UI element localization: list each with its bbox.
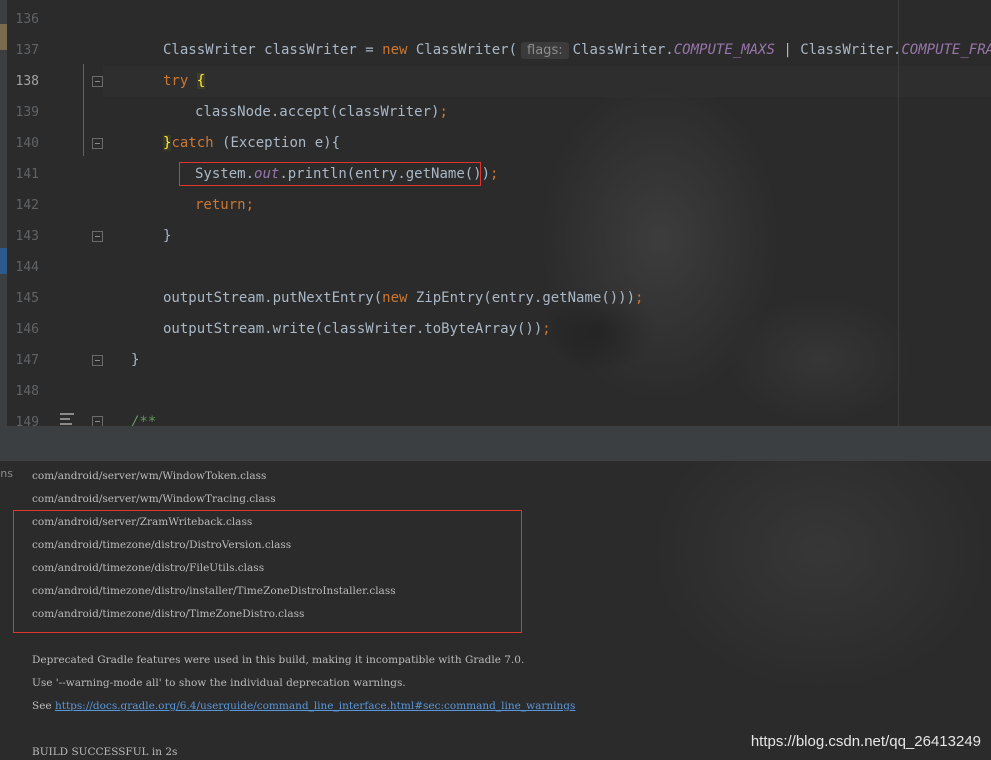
line-number: 145 xyxy=(15,291,39,306)
semicolon-token: ; xyxy=(542,321,551,337)
line-number: 149 xyxy=(15,415,39,426)
semicolon-token: ; xyxy=(245,197,255,213)
output-line: com/android/server/ZramWriteback.class xyxy=(32,516,253,528)
deprecation-message: Deprecated Gradle features were used in … xyxy=(32,654,525,666)
line-number: 148 xyxy=(15,384,39,399)
see-prefix: See xyxy=(32,700,55,712)
keyword-token: new xyxy=(382,42,408,58)
output-line: com/android/timezone/distro/installer/Ti… xyxy=(32,585,396,597)
line-number: 144 xyxy=(15,260,39,275)
tool-window-header[interactable] xyxy=(0,426,991,461)
line-number: 141 xyxy=(15,167,39,182)
fold-collapse-icon[interactable] xyxy=(92,231,103,242)
keyword-token: new xyxy=(382,290,408,306)
line-number: 147 xyxy=(15,353,39,368)
output-line: com/android/timezone/distro/FileUtils.cl… xyxy=(32,562,265,574)
fold-collapse-icon[interactable] xyxy=(92,76,103,87)
code-line[interactable]: try { xyxy=(103,66,991,97)
code-token: } xyxy=(163,228,172,244)
side-panel-label[interactable]: ns xyxy=(0,467,13,480)
line-number: 142 xyxy=(15,198,39,213)
field-token: COMPUTE_FRAMES xyxy=(901,42,991,58)
semicolon-token: ; xyxy=(490,166,499,182)
line-number: 143 xyxy=(15,229,39,244)
line-number: 138 xyxy=(15,74,39,89)
code-line[interactable]: } xyxy=(103,345,991,376)
line-number: 136 xyxy=(15,12,39,27)
build-output-console[interactable]: ns com/android/server/wm/WindowToken.cla… xyxy=(0,461,991,760)
code-line[interactable]: } xyxy=(103,221,991,252)
code-token: ClassWriter. xyxy=(800,42,902,58)
code-editor[interactable]: 136 137 138 139 140 141 142 143 144 145 … xyxy=(0,0,991,426)
strip-marker xyxy=(0,24,7,50)
field-token: out xyxy=(254,166,280,182)
output-line: com/android/server/wm/WindowToken.class xyxy=(32,470,267,482)
code-token: ClassWriter. xyxy=(572,42,674,58)
code-token: .println(entry.getName()) xyxy=(279,166,491,182)
watermark-text: https://blog.csdn.net/qq_26413249 xyxy=(750,733,981,750)
parameter-hint: flags: xyxy=(521,42,569,59)
keyword-token: return xyxy=(195,197,246,213)
keyword-token: catch xyxy=(171,135,214,151)
comment-token: /** xyxy=(131,414,157,426)
line-number: 146 xyxy=(15,322,39,337)
build-status: BUILD SUCCESSFUL in 2s xyxy=(32,746,178,758)
gutter-scope-line xyxy=(83,64,84,156)
output-line: com/android/timezone/distro/DistroVersio… xyxy=(32,539,292,551)
code-token: outputStream.write(classWriter.toByteArr… xyxy=(163,321,543,337)
editor-left-strip xyxy=(0,0,7,426)
editor-gutter[interactable]: 136 137 138 139 140 141 142 143 144 145 … xyxy=(7,0,103,426)
see-docs-line: See https://docs.gradle.org/6.4/userguid… xyxy=(32,695,575,718)
strip-marker xyxy=(0,248,7,274)
code-line[interactable]: ClassWriter classWriter = new ClassWrite… xyxy=(103,35,991,66)
code-token: (Exception e){ xyxy=(213,135,341,151)
code-line[interactable]: /** xyxy=(103,407,991,426)
code-token: ClassWriter classWriter = xyxy=(163,42,383,58)
line-number: 139 xyxy=(15,105,39,120)
code-token: System. xyxy=(195,166,255,182)
code-token: | xyxy=(774,42,801,58)
code-line[interactable]: System.out.println(entry.getName()); xyxy=(103,159,991,190)
semicolon-token: ; xyxy=(439,104,448,120)
code-token: } xyxy=(131,352,140,368)
code-line[interactable]: outputStream.write(classWriter.toByteArr… xyxy=(103,314,991,345)
fold-collapse-icon[interactable] xyxy=(92,138,103,149)
code-line[interactable]: return; xyxy=(103,190,991,221)
fold-collapse-icon[interactable] xyxy=(92,355,103,366)
code-token: ZipEntry(entry.getName())) xyxy=(407,290,636,306)
code-token: outputStream.putNextEntry( xyxy=(163,290,383,306)
line-number: 140 xyxy=(15,136,39,151)
code-line[interactable]: classNode.accept(classWriter); xyxy=(103,97,991,128)
output-line: com/android/timezone/distro/TimeZoneDist… xyxy=(32,608,305,620)
docs-link[interactable]: https://docs.gradle.org/6.4/userguide/co… xyxy=(55,700,575,712)
warning-mode-message: Use '--warning-mode all' to show the ind… xyxy=(32,677,406,689)
matched-brace: { xyxy=(196,73,206,89)
keyword-token: try xyxy=(163,73,189,89)
line-number: 137 xyxy=(15,43,39,58)
javadoc-render-icon[interactable] xyxy=(60,413,74,425)
code-token: ClassWriter( xyxy=(407,42,518,58)
code-line[interactable]: }catch (Exception e){ xyxy=(103,128,991,159)
fold-collapse-icon[interactable] xyxy=(92,416,103,426)
output-line: com/android/server/wm/WindowTracing.clas… xyxy=(32,493,276,505)
semicolon-token: ; xyxy=(635,290,644,306)
code-token: classNode.accept(classWriter) xyxy=(195,104,440,120)
field-token: COMPUTE_MAXS xyxy=(673,42,775,58)
code-line[interactable]: outputStream.putNextEntry(new ZipEntry(e… xyxy=(103,283,991,314)
